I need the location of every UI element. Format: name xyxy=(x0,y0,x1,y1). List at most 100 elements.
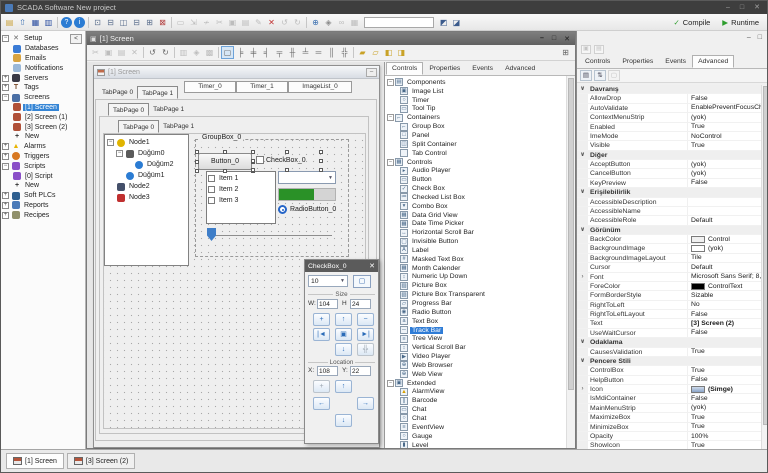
category-collapse-icon[interactable]: ∨ xyxy=(577,226,588,234)
category-collapse-icon[interactable]: ∨ xyxy=(577,357,588,365)
properties-tab-advanced[interactable]: Advanced xyxy=(692,55,734,68)
tab-tabpage-0-level0[interactable]: TabPage 0 xyxy=(98,86,137,99)
property-value[interactable]: Sizable xyxy=(688,291,761,299)
expand-right-icon[interactable]: ►| xyxy=(357,328,374,341)
property-value[interactable]: (yok) xyxy=(688,244,761,252)
property-value[interactable]: True xyxy=(688,441,761,449)
tab-tabpage-1-level2[interactable]: TabPage 1 xyxy=(159,120,198,133)
toolbox-item-vertical-scroll-bar[interactable]: ↕Vertical Scroll Bar xyxy=(385,343,575,352)
center-size-icon[interactable]: ▣ xyxy=(335,328,352,341)
delete-icon[interactable]: ✕ xyxy=(265,16,278,29)
selection-handle[interactable] xyxy=(285,168,289,172)
save-all-icon[interactable]: ▥ xyxy=(42,16,55,29)
property-value[interactable]: True xyxy=(688,348,761,356)
selection-handle[interactable] xyxy=(251,159,255,163)
close-all-windows-icon[interactable]: ⊠ xyxy=(156,16,169,29)
toolbox-item-tree-view[interactable]: ≡Tree View xyxy=(385,334,575,343)
add-screen-icon[interactable]: ⊕ xyxy=(309,16,322,29)
toolbox-item-progress-bar[interactable]: ▱Progress Bar xyxy=(385,299,575,308)
properties-scrollbar[interactable] xyxy=(761,85,768,449)
property-row-righttoleft[interactable]: RightToLeftNo xyxy=(577,301,761,310)
property-row-enabled[interactable]: EnabledTrue xyxy=(577,123,761,132)
collapse-icon[interactable]: − xyxy=(2,163,9,170)
sidebar-item-reports[interactable]: +Reports xyxy=(1,201,85,211)
toolbox-item-video-player[interactable]: ▶Video Player xyxy=(385,352,575,361)
selection-handle[interactable] xyxy=(223,169,227,173)
properties-tab-controls[interactable]: Controls xyxy=(579,55,616,68)
toolbox-tab-controls[interactable]: Controls xyxy=(386,62,423,75)
property-value[interactable]: (Simge) xyxy=(688,385,761,393)
collapse-icon[interactable]: − xyxy=(116,150,123,157)
property-row-forecolor[interactable]: ForeColorControlText xyxy=(577,282,761,291)
property-row-cursor[interactable]: CursorDefault xyxy=(577,263,761,272)
sidebar-item-0-script[interactable]: [0] Script xyxy=(1,171,85,181)
property-row-helpbutton[interactable]: HelpButtonFalse xyxy=(577,376,761,385)
category-collapse-icon[interactable]: ∨ xyxy=(577,151,588,159)
property-row-minimizebox[interactable]: MinimizeBoxTrue xyxy=(577,423,761,432)
property-row-accessiblerole[interactable]: AccessibleRoleDefault xyxy=(577,216,761,225)
align-rights-icon[interactable]: ╡ xyxy=(260,46,273,59)
move-left-icon[interactable]: ← xyxy=(313,397,330,410)
property-row-accessibledescription[interactable]: AccessibleDescription xyxy=(577,198,761,207)
toolbox-scrollbar[interactable] xyxy=(566,76,575,448)
runtime-button[interactable]: ▶ Runtime xyxy=(722,18,759,27)
expand-icon[interactable]: + xyxy=(2,143,9,150)
maximize-icon[interactable]: □ xyxy=(740,1,744,14)
redo-icon[interactable]: ↻ xyxy=(159,46,172,59)
property-row-backgroundimagelayout[interactable]: BackgroundImageLayoutTile xyxy=(577,254,761,263)
property-value[interactable]: 100% xyxy=(688,432,761,440)
size-panel-titlebar[interactable]: CheckBox_0 ✕ xyxy=(305,260,378,272)
align-lefts-icon[interactable]: ╞ xyxy=(234,46,247,59)
width-field[interactable] xyxy=(317,299,338,309)
undo-icon[interactable]: ↺ xyxy=(146,46,159,59)
tray-item-imagelist-0[interactable]: ImageList_0 xyxy=(288,81,352,93)
property-value[interactable]: (yok) xyxy=(688,404,761,412)
same-height-icon[interactable]: ║ xyxy=(325,46,338,59)
toolbox-item-picture-box[interactable]: ▨Picture Box xyxy=(385,281,575,290)
sort-alphabetical-icon[interactable]: ⇅ xyxy=(594,70,606,81)
toolbox-item-checked-list-box[interactable]: ≔Checked List Box xyxy=(385,193,575,202)
property-row-acceptbutton[interactable]: AcceptButton(yok) xyxy=(577,160,761,169)
collapse-icon[interactable]: − xyxy=(2,35,9,42)
snap-to-grid-icon[interactable]: ▢ xyxy=(221,46,234,59)
properties-maximize-icon[interactable]: □ xyxy=(758,34,762,41)
category-collapse-icon[interactable]: ∨ xyxy=(577,188,588,196)
property-value[interactable]: False xyxy=(688,310,761,318)
property-value[interactable]: Default xyxy=(688,263,761,271)
save-icon[interactable]: ▦ xyxy=(29,16,42,29)
sidebar-item-scripts[interactable]: −Scripts xyxy=(1,161,85,171)
align-bottoms-icon[interactable]: ╧ xyxy=(299,46,312,59)
import-project-icon[interactable]: ⇧ xyxy=(16,16,29,29)
toolbox-item-tab-control[interactable]: ▔Tab Control xyxy=(385,149,575,158)
move-right-icon[interactable]: → xyxy=(357,397,374,410)
sidebar-item-1-screen[interactable]: [1] Screen xyxy=(1,103,85,113)
toolbox-tab-properties[interactable]: Properties xyxy=(423,62,466,75)
property-row-icon[interactable]: ›Icon(Simge) xyxy=(577,385,761,394)
expand-icon[interactable]: + xyxy=(2,202,9,209)
sidebar-item-3-screen-2[interactable]: [3] Screen (2) xyxy=(1,122,85,132)
toolbox-item-numeric-up-down[interactable]: ↕Numeric Up Down xyxy=(385,273,575,282)
sidebar-item-triggers[interactable]: +Triggers xyxy=(1,152,85,162)
expand-icon[interactable]: + xyxy=(2,192,9,199)
property-value[interactable]: Tile xyxy=(688,254,761,262)
property-row-backgroundimage[interactable]: BackgroundImage(yok) xyxy=(577,244,761,253)
treeview-node-d-m1[interactable]: Düğüm1 xyxy=(105,170,188,181)
property-row-ismdicontainer[interactable]: IsMdiContainerFalse xyxy=(577,394,761,403)
selection-handle[interactable] xyxy=(195,150,199,154)
align-middles-icon[interactable]: ╫ xyxy=(286,46,299,59)
checked-listbox-control[interactable]: Item 1Item 2Item 3 xyxy=(206,171,276,224)
property-category-eri-ilebilirlik[interactable]: ∨Erişilebilirlik xyxy=(577,188,761,197)
layout-split-icon[interactable]: ⊟ xyxy=(130,16,143,29)
layout-tabbed-icon[interactable]: ⊡ xyxy=(91,16,104,29)
category-collapse-icon[interactable]: ∨ xyxy=(577,85,588,93)
treeview-control[interactable]: −Node1−Düğüm0Düğüm2Düğüm1Node2Node3 xyxy=(104,134,189,266)
tray-item-timer-1[interactable]: Timer_1 xyxy=(236,81,288,93)
x-field[interactable] xyxy=(317,366,338,376)
toolbox-item-web-view[interactable]: ⊕Web View xyxy=(385,370,575,379)
y-field[interactable] xyxy=(350,366,371,376)
minimize-icon[interactable]: – xyxy=(726,1,730,14)
toolbox-item-barcode[interactable]: ∥Barcode xyxy=(385,396,575,405)
expand-bottom-icon[interactable]: ↓ xyxy=(335,343,352,356)
property-value[interactable]: Microsoft Sans Serif; 8,25pt xyxy=(688,273,761,281)
properties-tab-properties[interactable]: Properties xyxy=(616,55,659,68)
